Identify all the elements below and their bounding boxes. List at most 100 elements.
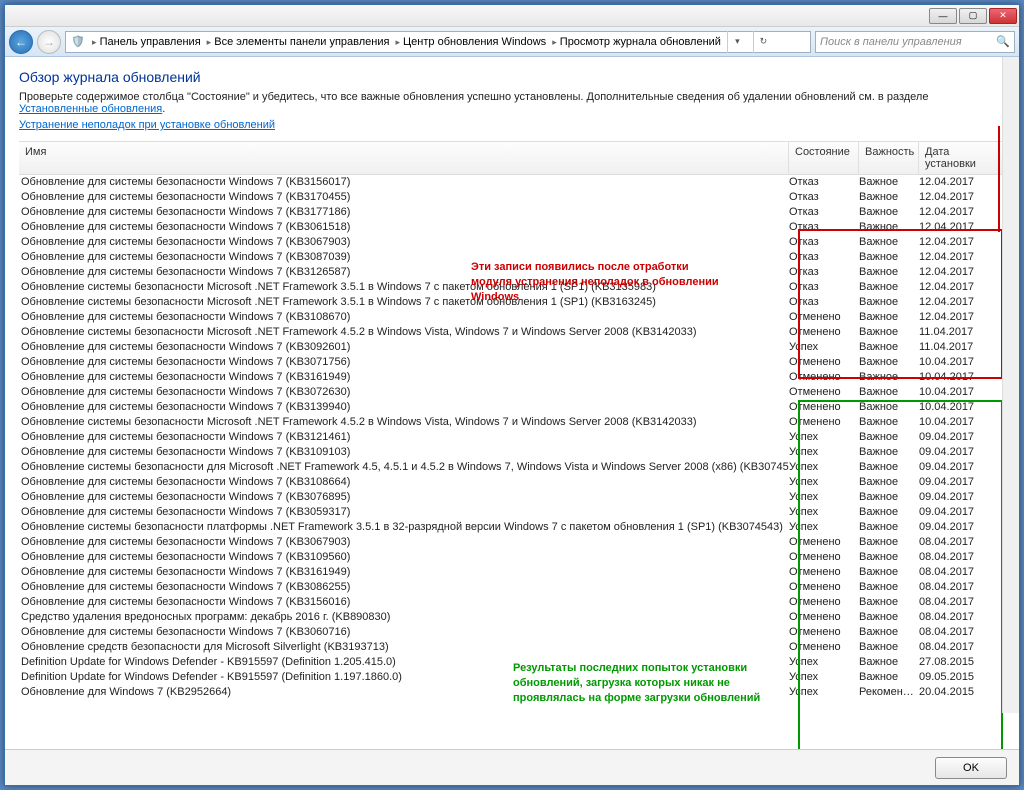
table-row[interactable]: Обновление для системы безопасности Wind… [19, 175, 1005, 190]
table-row[interactable]: Обновление для системы безопасности Wind… [19, 355, 1005, 370]
table-row[interactable]: Обновление для системы безопасности Wind… [19, 535, 1005, 550]
cell-state: Отменено [789, 310, 859, 325]
table-row[interactable]: Обновление для системы безопасности Wind… [19, 505, 1005, 520]
table-row[interactable]: Обновление для системы безопасности Wind… [19, 595, 1005, 610]
update-table: Имя Состояние Важность Дата установки Об… [19, 141, 1005, 749]
table-row[interactable]: Обновление для Windows 7 (KB2952664)Успе… [19, 685, 1005, 700]
cell-date: 12.04.2017 [919, 295, 1005, 310]
cell-importance: Важное [859, 250, 919, 265]
cell-date: 08.04.2017 [919, 640, 1005, 655]
cell-state: Отказ [789, 295, 859, 310]
ok-button[interactable]: OK [935, 757, 1007, 779]
bc-seg[interactable]: ▸ Центр обновления Windows [395, 36, 546, 48]
cell-state: Отменено [789, 370, 859, 385]
table-row[interactable]: Обновление для системы безопасности Wind… [19, 370, 1005, 385]
table-row[interactable]: Definition Update for Windows Defender -… [19, 655, 1005, 670]
table-row[interactable]: Обновление для системы безопасности Wind… [19, 205, 1005, 220]
table-row[interactable]: Обновление системы безопасности Microsof… [19, 325, 1005, 340]
table-row[interactable]: Definition Update for Windows Defender -… [19, 670, 1005, 685]
table-row[interactable]: Средство удаления вредоносных программ: … [19, 610, 1005, 625]
footer: OK [5, 749, 1019, 785]
cell-importance: Важное [859, 220, 919, 235]
cell-state: Отменено [789, 325, 859, 340]
troubleshoot-link[interactable]: Устранение неполадок при установке обнов… [19, 119, 1005, 131]
cell-date: 08.04.2017 [919, 625, 1005, 640]
col-name[interactable]: Имя [19, 142, 789, 174]
maximize-button[interactable]: ▢ [959, 8, 987, 24]
cell-state: Успех [789, 670, 859, 685]
cell-importance: Важное [859, 580, 919, 595]
cell-importance: Важное [859, 205, 919, 220]
table-row[interactable]: Обновление системы безопасности Microsof… [19, 415, 1005, 430]
cell-date: 12.04.2017 [919, 190, 1005, 205]
page-title: Обзор журнала обновлений [19, 69, 1005, 85]
refresh-icon[interactable]: ↻ [753, 31, 773, 53]
cell-importance: Важное [859, 325, 919, 340]
table-row[interactable]: Обновление для системы безопасности Wind… [19, 475, 1005, 490]
forward-button[interactable]: → [37, 30, 61, 54]
cell-name: Обновление для системы безопасности Wind… [19, 430, 789, 445]
cell-state: Успех [789, 520, 859, 535]
table-row[interactable]: Обновление системы безопасности для Micr… [19, 460, 1005, 475]
table-row[interactable]: Обновление для системы безопасности Wind… [19, 385, 1005, 400]
addr-dropdown-icon[interactable]: ▾ [727, 31, 747, 53]
cell-state: Отказ [789, 175, 859, 190]
search-icon: 🔍 [996, 35, 1010, 48]
table-header: Имя Состояние Важность Дата установки [19, 141, 1005, 175]
table-row[interactable]: Обновление для системы безопасности Wind… [19, 235, 1005, 250]
table-row[interactable]: Обновление для системы безопасности Wind… [19, 340, 1005, 355]
search-placeholder: Поиск в панели управления [820, 36, 962, 48]
table-row[interactable]: Обновление для системы безопасности Wind… [19, 490, 1005, 505]
back-button[interactable]: ← [9, 30, 33, 54]
bc-seg[interactable]: ▸ Панель управления [92, 36, 201, 48]
search-input[interactable]: Поиск в панели управления 🔍 [815, 31, 1015, 53]
cell-name: Обновление для системы безопасности Wind… [19, 535, 789, 550]
breadcrumb[interactable]: 🛡️ ▸ Панель управления ▸ Все элементы па… [65, 31, 811, 53]
bc-seg[interactable]: ▸ Все элементы панели управления [207, 36, 390, 48]
table-row[interactable]: Обновление для системы безопасности Wind… [19, 445, 1005, 460]
cell-state: Отменено [789, 625, 859, 640]
table-row[interactable]: Обновление для системы безопасности Wind… [19, 430, 1005, 445]
cell-state: Отменено [789, 580, 859, 595]
cell-date: 27.08.2015 [919, 655, 1005, 670]
installed-updates-link[interactable]: Установленные обновления [19, 103, 162, 115]
table-row[interactable]: Обновление для системы безопасности Wind… [19, 565, 1005, 580]
cell-date: 09.04.2017 [919, 520, 1005, 535]
cell-date: 12.04.2017 [919, 175, 1005, 190]
cell-importance: Важное [859, 295, 919, 310]
table-row[interactable]: Обновление для системы безопасности Wind… [19, 625, 1005, 640]
vertical-scrollbar[interactable] [1002, 57, 1019, 713]
cell-state: Отказ [789, 265, 859, 280]
table-row[interactable]: Обновление для системы безопасности Wind… [19, 220, 1005, 235]
cell-date: 11.04.2017 [919, 340, 1005, 355]
cell-name: Обновление для системы безопасности Wind… [19, 235, 789, 250]
col-importance[interactable]: Важность [859, 142, 919, 174]
cell-date: 10.04.2017 [919, 415, 1005, 430]
cell-importance: Важное [859, 340, 919, 355]
table-row[interactable]: Обновление для системы безопасности Wind… [19, 310, 1005, 325]
cell-importance: Важное [859, 355, 919, 370]
cell-state: Отменено [789, 355, 859, 370]
cell-importance: Важное [859, 265, 919, 280]
table-row[interactable]: Обновление для системы безопасности Wind… [19, 400, 1005, 415]
cell-importance: Важное [859, 490, 919, 505]
col-state[interactable]: Состояние [789, 142, 859, 174]
table-row[interactable]: Обновление для системы безопасности Wind… [19, 550, 1005, 565]
cell-state: Отказ [789, 235, 859, 250]
table-row[interactable]: Обновление для системы безопасности Wind… [19, 580, 1005, 595]
cell-state: Отменено [789, 400, 859, 415]
cell-name: Обновление системы безопасности платформ… [19, 520, 789, 535]
minimize-button[interactable]: — [929, 8, 957, 24]
close-button[interactable]: ✕ [989, 8, 1017, 24]
cell-date: 12.04.2017 [919, 250, 1005, 265]
table-row[interactable]: Обновление средств безопасности для Micr… [19, 640, 1005, 655]
cell-date: 12.04.2017 [919, 265, 1005, 280]
table-row[interactable]: Обновление для системы безопасности Wind… [19, 190, 1005, 205]
col-date[interactable]: Дата установки [919, 142, 1005, 174]
annotation-red-line [998, 126, 1000, 232]
cell-importance: Важное [859, 190, 919, 205]
cell-state: Отменено [789, 640, 859, 655]
bc-seg[interactable]: ▸ Просмотр журнала обновлений [552, 36, 721, 48]
cell-name: Обновление средств безопасности для Micr… [19, 640, 789, 655]
table-row[interactable]: Обновление системы безопасности платформ… [19, 520, 1005, 535]
